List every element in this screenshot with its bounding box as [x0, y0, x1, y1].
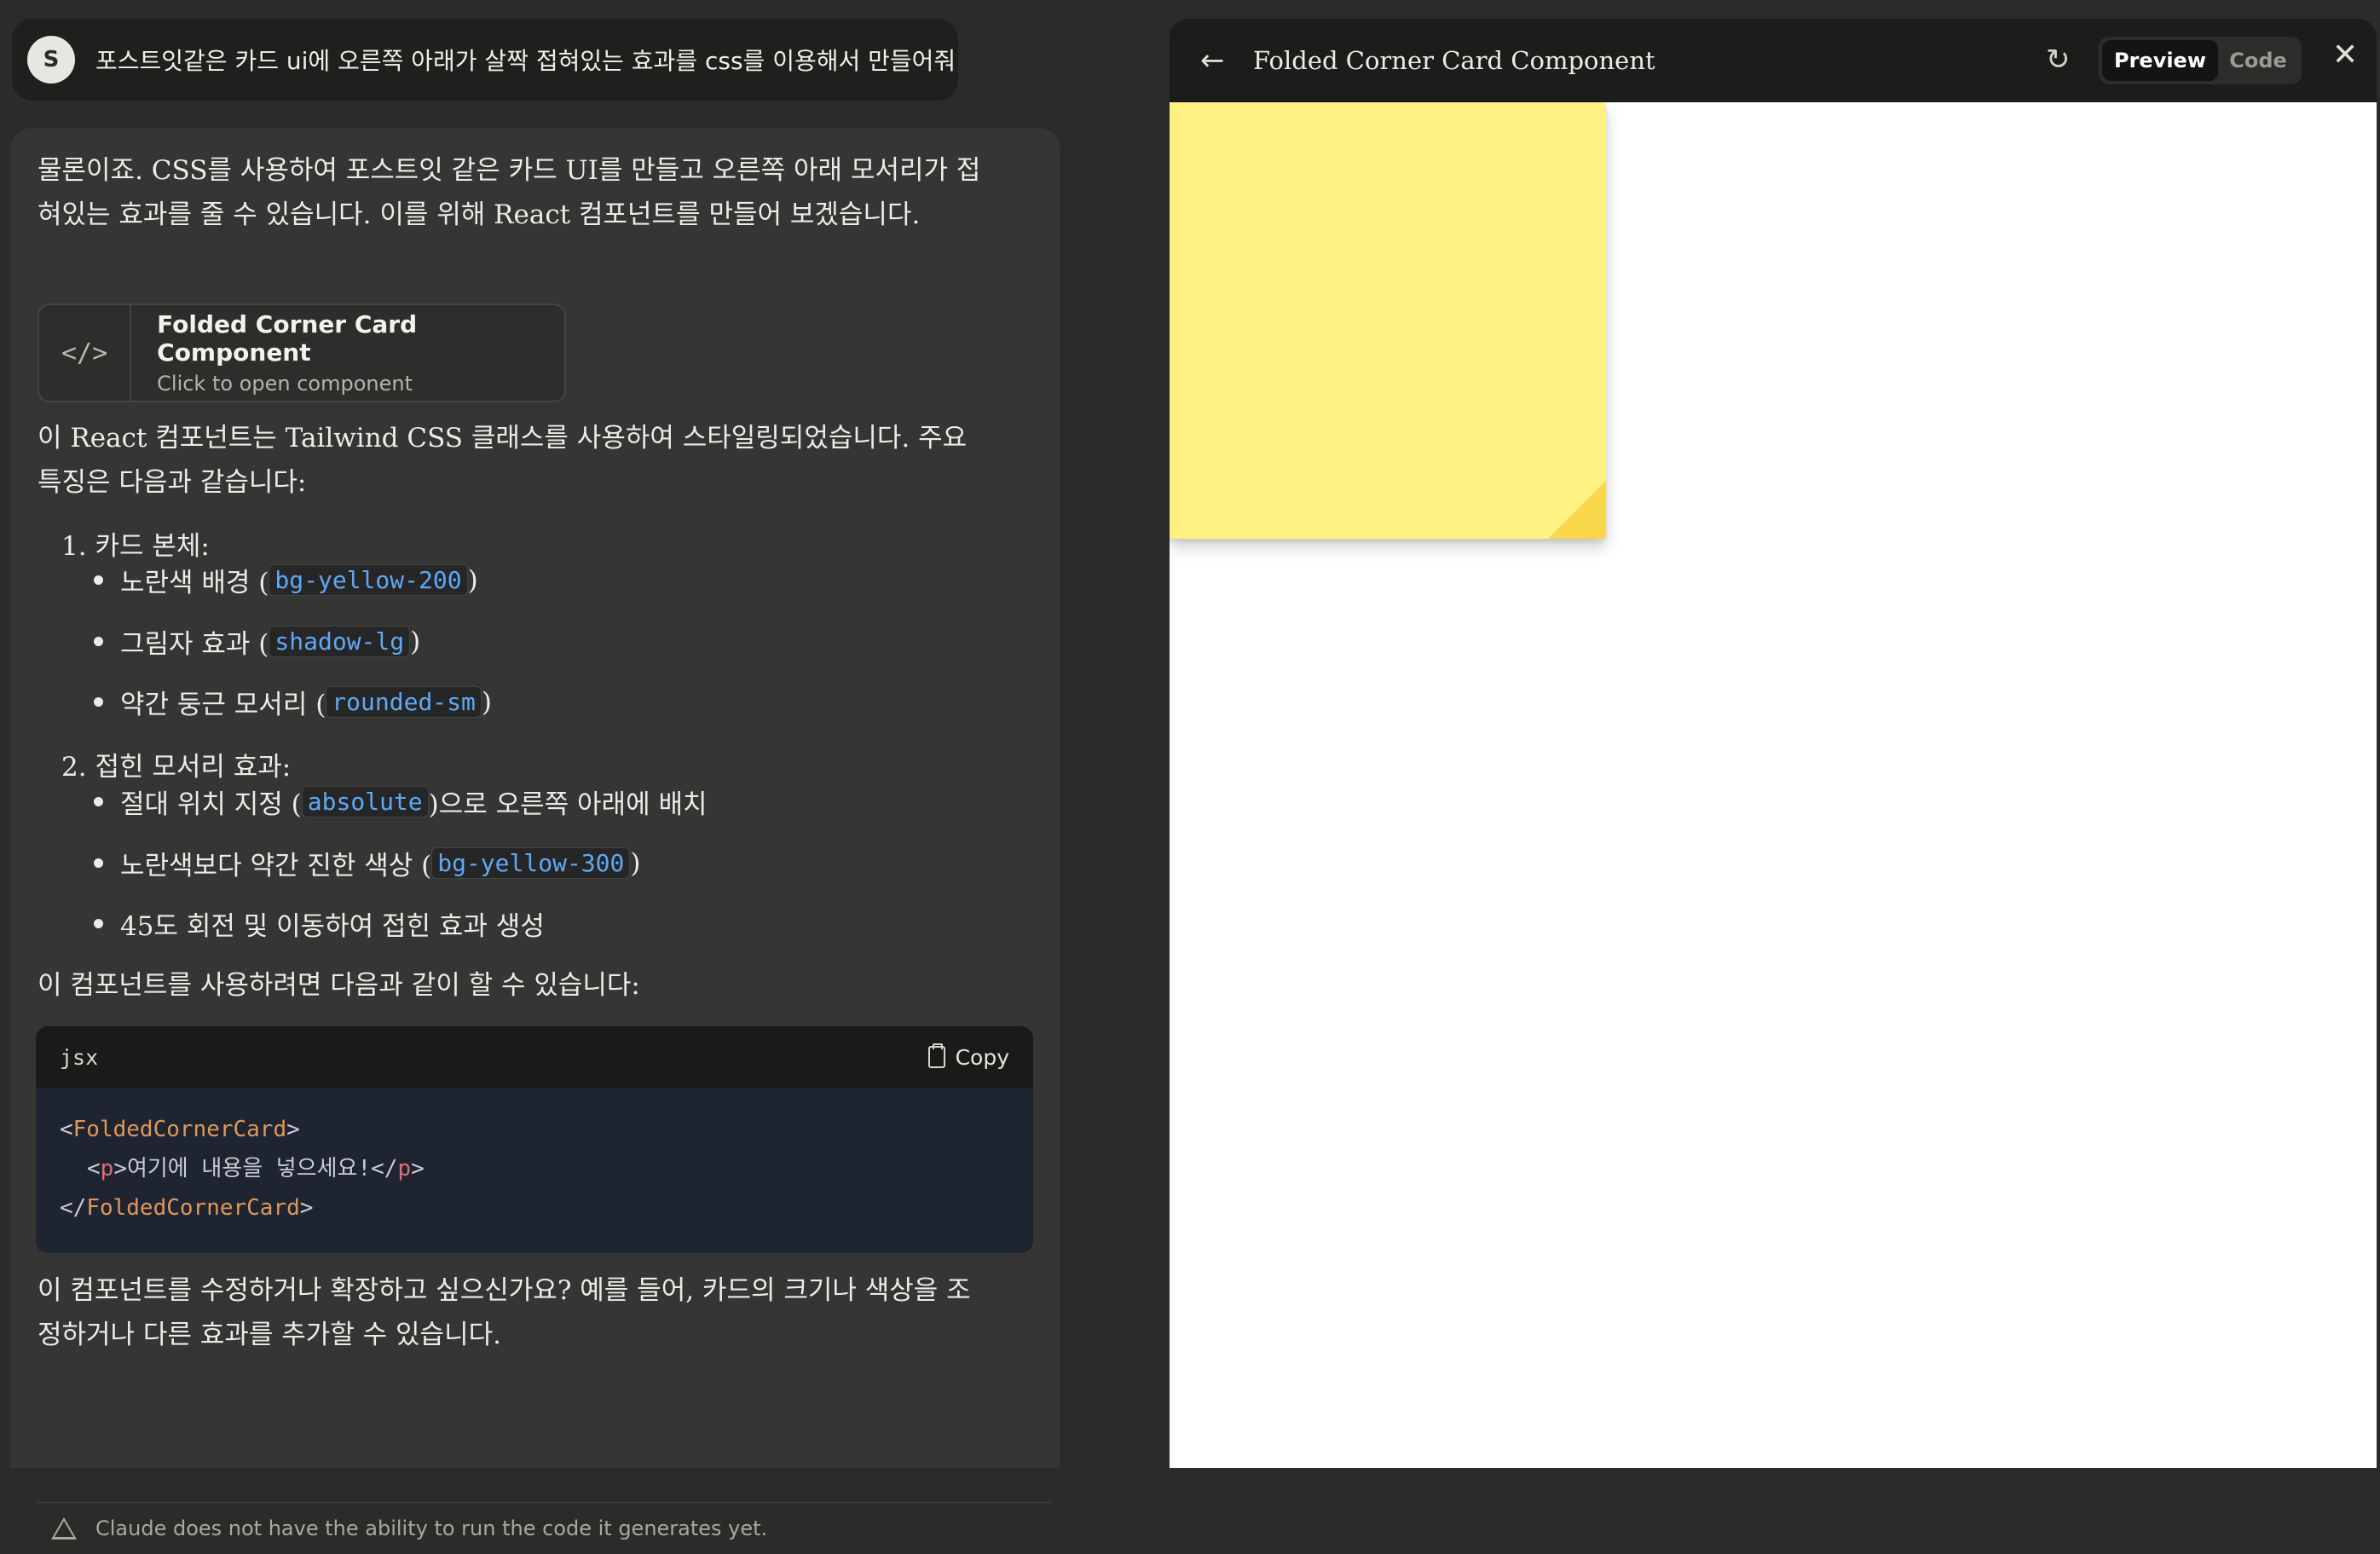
list-bullet: 절대 위치 지정 (absolute)으로 오른쪽 아래에 배치	[119, 783, 708, 821]
code-token: p	[100, 1156, 114, 1181]
list-bullet: 노란색 배경 (bg-yellow-200)	[119, 561, 478, 599]
code-token: >	[299, 1195, 314, 1221]
folded-corner	[1548, 481, 1606, 539]
bullet-text: 절대 위치 지정 (	[120, 789, 302, 820]
bullet-text: )으로 오른쪽 아래에 배치	[428, 789, 708, 820]
bullet-text: )	[467, 564, 478, 596]
code-token: FoldedCornerCard	[72, 1117, 287, 1142]
code-token: p	[397, 1156, 412, 1181]
preview-area	[1170, 102, 2377, 1468]
list-heading: 카드 본체:	[95, 531, 210, 562]
bullet-text: )	[410, 626, 421, 657]
code-icon: </>	[39, 305, 132, 401]
copy-button[interactable]: Copy	[927, 1043, 1009, 1070]
code-token: <	[87, 1156, 101, 1181]
code-line: </FoldedCornerCard>	[60, 1188, 1009, 1228]
code-language: jsx	[60, 1044, 99, 1070]
user-message-text: 포스트잇같은 카드 ui에 오른쪽 아래가 살짝 접혀있는 효과를 css를 이…	[95, 47, 956, 75]
tab-preview[interactable]: Preview	[2102, 40, 2218, 81]
code-block-header: jsx Copy	[36, 1026, 1033, 1088]
code-token: >	[286, 1117, 300, 1142]
bullet-text: )	[630, 847, 641, 879]
inline-code: rounded-sm	[326, 686, 482, 718]
disclaimer: Claude does not have the ability to run …	[36, 1502, 1052, 1554]
refresh-icon[interactable]: ↻	[2046, 43, 2071, 77]
list-number: 1.	[61, 531, 87, 562]
user-message: S 포스트잇같은 카드 ui에 오른쪽 아래가 살짝 접혀있는 효과를 css를…	[12, 19, 958, 101]
reply-outro: 이 컴포넌트를 수정하거나 확장하고 싶으신가요? 예를 들어, 카드의 크기나…	[38, 1275, 971, 1350]
artifact-text: Folded Corner Card Component Click to op…	[131, 305, 564, 401]
code-content: <FoldedCornerCard> <p>여기에 내용을 넣으세요!</p> …	[36, 1088, 1033, 1250]
artifact-card[interactable]: </> Folded Corner Card Component Click t…	[38, 303, 566, 402]
avatar: S	[27, 36, 75, 84]
assistant-reply: 물론이죠. CSS를 사용하여 포스트잇 같은 카드 UI를 만들고 오른쪽 아…	[10, 128, 1060, 1540]
list-item-1: 1. 카드 본체:	[61, 524, 210, 563]
list-item-2: 2. 접힌 모서리 효과:	[61, 745, 291, 783]
close-icon[interactable]: ✕	[2332, 38, 2358, 72]
code-line: <p>여기에 내용을 넣으세요!</p>	[60, 1149, 1009, 1188]
warning-icon	[51, 1517, 77, 1540]
back-arrow-icon[interactable]: ←	[1200, 43, 1234, 78]
panel-header: ← Folded Corner Card Component ↻ Preview…	[1170, 19, 2377, 102]
list-number: 2.	[61, 752, 87, 783]
inline-code: bg-yellow-300	[431, 847, 631, 879]
bullet-text: 노란색보다 약간 진한 색상 (	[120, 851, 432, 881]
code-line: <FoldedCornerCard>	[60, 1110, 1009, 1149]
list-heading: 접힌 모서리 효과:	[95, 752, 292, 783]
list-bullet: 그림자 효과 (shadow-lg)	[119, 622, 420, 661]
bullet-text: 노란색 배경 (	[120, 568, 269, 598]
sticky-note-card	[1170, 102, 1606, 539]
code-token: </	[60, 1195, 87, 1221]
code-token: <	[60, 1117, 73, 1142]
artifact-title: Folded Corner Card Component	[157, 310, 418, 367]
list-bullet: 45도 회전 및 이동하여 접힌 효과 생성	[119, 904, 545, 943]
reply-intro: 물론이죠. CSS를 사용하여 포스트잇 같은 카드 UI를 만들고 오른쪽 아…	[38, 155, 981, 230]
copy-label: Copy	[955, 1044, 1009, 1070]
view-toggle: Preview Code	[2099, 37, 2302, 84]
inline-code: bg-yellow-200	[269, 564, 468, 596]
bullet-text: 45도 회전 및 이동하여 접힌 효과 생성	[120, 911, 545, 942]
bullet-text: 약간 둥근 모서리 (	[120, 690, 326, 720]
code-block: jsx Copy <FoldedCornerCard> <p>여기에 내용을 넣…	[36, 1026, 1033, 1253]
panel-title: Folded Corner Card Component	[1253, 46, 1655, 75]
artifact-subtitle: Click to open component	[157, 372, 413, 396]
code-token: >여기에 내용을 넣으세요!</	[113, 1156, 398, 1181]
artifact-panel: ← Folded Corner Card Component ↻ Preview…	[1170, 19, 2377, 1468]
list-bullet: 약간 둥근 모서리 (rounded-sm)	[119, 683, 492, 721]
bullet-text: )	[481, 686, 492, 718]
usage-intro: 이 컴포넌트를 사용하려면 다음과 같이 할 수 있습니다:	[38, 970, 640, 1001]
inline-code: absolute	[301, 786, 429, 817]
inline-code: shadow-lg	[269, 626, 411, 657]
tab-code[interactable]: Code	[2218, 49, 2298, 72]
code-token: FoldedCornerCard	[86, 1195, 300, 1221]
code-token: >	[411, 1156, 425, 1181]
disclaimer-text: Claude does not have the ability to run …	[95, 1516, 768, 1540]
bullet-text: 그림자 효과 (	[120, 629, 269, 660]
features-intro: 이 React 컴포넌트는 Tailwind CSS 클래스를 사용하여 스타일…	[38, 423, 968, 498]
clipboard-icon	[927, 1043, 945, 1068]
list-bullet: 노란색보다 약간 진한 색상 (bg-yellow-300)	[119, 844, 641, 882]
